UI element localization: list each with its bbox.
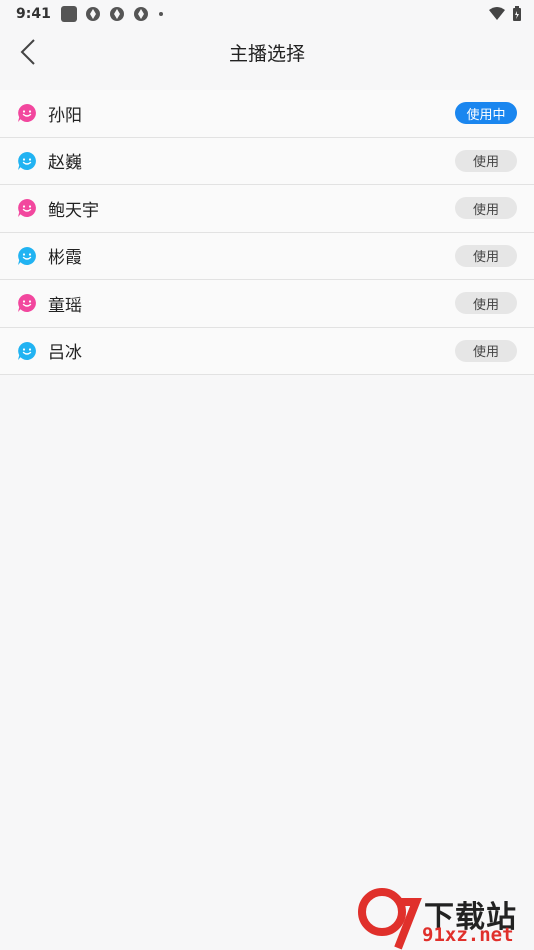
smiley-bubble-icon — [17, 198, 37, 218]
list-item[interactable]: 彬霞 使用 — [0, 233, 534, 280]
list-item[interactable]: 吕冰 使用 — [0, 328, 534, 375]
watermark: 下载站 91xz.net — [358, 888, 530, 950]
anchor-name: 赵巍 — [48, 153, 82, 174]
list-item[interactable]: 孙阳 使用中 — [0, 90, 534, 138]
chevron-left-icon — [20, 39, 35, 65]
more-notifications-dot — [158, 12, 163, 16]
in-use-button[interactable]: 使用中 — [455, 102, 517, 125]
anchor-name: 彬霞 — [48, 248, 82, 269]
watermark-domain: 91xz.net — [422, 924, 514, 946]
aperture-icon — [109, 7, 124, 21]
use-button[interactable]: 使用 — [455, 339, 517, 362]
list-item[interactable]: 鲍天宇 使用 — [0, 185, 534, 233]
list-item[interactable]: 童瑶 使用 — [0, 280, 534, 328]
status-right — [488, 6, 522, 22]
status-time: 9:41 — [16, 6, 51, 22]
page-title: 主播选择 — [228, 42, 305, 65]
aperture-icon — [133, 7, 148, 21]
smiley-bubble-icon — [17, 103, 37, 123]
anchor-name: 孙阳 — [48, 105, 82, 126]
battery-icon — [513, 6, 521, 21]
smiley-bubble-icon — [17, 246, 37, 266]
anchor-name: 鲍天宇 — [48, 200, 99, 221]
smiley-bubble-icon — [17, 293, 37, 313]
use-button[interactable]: 使用 — [455, 244, 517, 267]
use-button[interactable]: 使用 — [455, 292, 517, 315]
back-button[interactable] — [12, 36, 44, 68]
use-button[interactable]: 使用 — [455, 197, 517, 220]
smiley-bubble-icon — [17, 341, 37, 361]
use-button[interactable]: 使用 — [455, 149, 517, 172]
status-bar: 9:41 — [0, 0, 534, 28]
anchor-name: 吕冰 — [48, 343, 82, 364]
aperture-icon — [85, 7, 100, 21]
anchor-name: 童瑶 — [48, 295, 82, 316]
app-header: 主播选择 — [0, 28, 534, 76]
watermark-logo-icon — [358, 888, 422, 950]
notification-square-icon — [60, 6, 77, 22]
wifi-icon — [489, 7, 505, 20]
list-item[interactable]: 赵巍 使用 — [0, 138, 534, 185]
smiley-bubble-icon — [17, 151, 37, 171]
anchor-list: 孙阳 使用中 赵巍 使用 鲍天宇 使用 彬霞 使用 童瑶 使用 吕冰 使用 — [0, 90, 534, 375]
